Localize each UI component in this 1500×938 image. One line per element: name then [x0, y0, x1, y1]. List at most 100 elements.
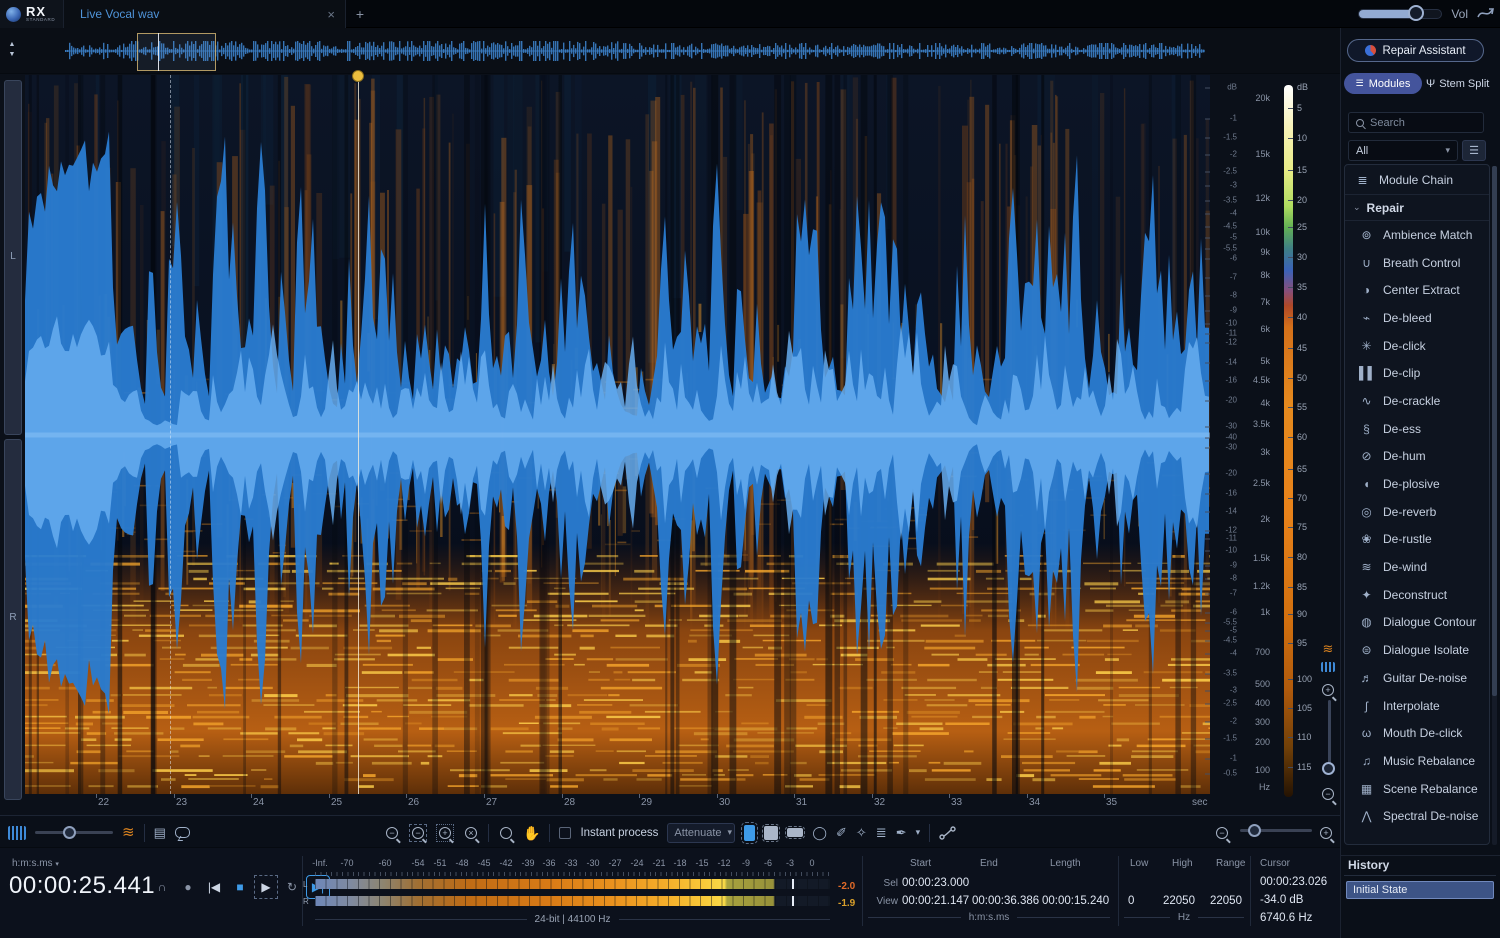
- module-de-reverb[interactable]: ◎ De-reverb: [1345, 498, 1489, 526]
- view-end-value[interactable]: 00:00:36.386: [972, 895, 1039, 907]
- record-button[interactable]: ●: [179, 878, 197, 896]
- display-settings-icon[interactable]: ▤: [154, 826, 166, 839]
- meter-left-peak-value[interactable]: -2.0: [838, 881, 855, 892]
- waveform-display-icon[interactable]: [8, 826, 26, 840]
- module-dialogue-contour[interactable]: ◍ Dialogue Contour: [1345, 609, 1489, 637]
- module-de-clip[interactable]: ▌▌ De-clip: [1345, 359, 1489, 387]
- vertical-zoom-in-button[interactable]: +: [1320, 682, 1336, 698]
- lasso-selection-tool[interactable]: ◯: [812, 826, 827, 839]
- freq-high-value[interactable]: 22050: [1163, 895, 1195, 907]
- playhead-line[interactable]: [358, 75, 359, 794]
- freq-low-value[interactable]: 0: [1128, 895, 1134, 907]
- spectrogram-mini-icon[interactable]: ≋: [1320, 642, 1336, 655]
- time-selection-tool[interactable]: [744, 825, 755, 841]
- waveform-spectrogram-blend-slider[interactable]: [35, 831, 113, 834]
- module-de-hum[interactable]: ⊘ De-hum: [1345, 443, 1489, 471]
- tab-modules[interactable]: ☰ Modules: [1344, 73, 1422, 94]
- comment-icon[interactable]: [175, 827, 190, 838]
- magic-wand-tool[interactable]: ✧: [856, 826, 867, 839]
- zoom-fit-button[interactable]: +: [436, 824, 454, 842]
- module-de-rustle[interactable]: ❀ De-rustle: [1345, 526, 1489, 554]
- channel-strip-right[interactable]: R: [4, 439, 22, 800]
- overview-waveform-canvas[interactable]: [65, 30, 1205, 72]
- zoom-reset-button[interactable]: ×: [463, 825, 479, 841]
- overview-view-region[interactable]: [137, 33, 216, 71]
- search-input[interactable]: [1370, 117, 1476, 129]
- waveform-overview[interactable]: ▲ ▼: [0, 28, 1340, 74]
- volume-slider[interactable]: [1358, 9, 1442, 19]
- signal-chain-icon[interactable]: [939, 825, 957, 841]
- horizontal-zoom-out-button[interactable]: −: [1214, 825, 1230, 841]
- monitor-button[interactable]: ∩: [153, 878, 171, 896]
- zoom-out-button[interactable]: −: [384, 825, 400, 841]
- horizontal-zoom-in-button[interactable]: +: [1318, 825, 1334, 841]
- hand-tool[interactable]: ✋: [523, 826, 540, 840]
- stop-button[interactable]: ■: [231, 878, 249, 896]
- history-item-initial-state[interactable]: Initial State: [1346, 881, 1494, 899]
- vertical-zoom-slider[interactable]: [1328, 700, 1331, 764]
- module-de-click[interactable]: ✳ De-click: [1345, 332, 1489, 360]
- skip-to-start-button[interactable]: |◀: [205, 878, 223, 896]
- time-frequency-selection-tool[interactable]: [764, 826, 778, 840]
- time-format-selector[interactable]: h:m:s.ms ▾: [12, 858, 59, 869]
- meter-right-peak-value[interactable]: -1.9: [838, 898, 855, 909]
- freq-range-value[interactable]: 22050: [1210, 895, 1242, 907]
- view-start-value[interactable]: 00:00:21.147: [902, 895, 969, 907]
- overview-expand-icon[interactable]: ▲ ▼: [4, 40, 20, 62]
- module-de-bleed[interactable]: ⌁ De-bleed: [1345, 304, 1489, 332]
- module-mouth-de-click[interactable]: ω Mouth De-click: [1345, 719, 1489, 747]
- playhead-marker[interactable]: [352, 70, 364, 82]
- vertical-zoom-out-button[interactable]: −: [1320, 786, 1336, 802]
- module-breath-control[interactable]: ∪ Breath Control: [1345, 249, 1489, 277]
- module-dialogue-isolate[interactable]: ⊜ Dialogue Isolate: [1345, 636, 1489, 664]
- spectrogram-canvas[interactable]: [25, 75, 1210, 794]
- repair-section-header[interactable]: ⌄ Repair: [1345, 195, 1489, 221]
- process-mode-dropdown[interactable]: Attenuate ▾: [667, 823, 735, 843]
- pencil-tool[interactable]: ✒: [896, 826, 907, 839]
- tool-options-chevron-icon[interactable]: ▾: [916, 828, 921, 837]
- module-list-scrollbar-thumb[interactable]: [1492, 166, 1497, 696]
- module-deconstruct[interactable]: ✦ Deconstruct: [1345, 581, 1489, 609]
- module-search[interactable]: [1348, 112, 1484, 133]
- module-music-rebalance[interactable]: ♫ Music Rebalance: [1345, 747, 1489, 775]
- overview-playhead[interactable]: [158, 33, 159, 71]
- tab-close-icon[interactable]: ×: [327, 7, 335, 22]
- vertical-zoom-knob[interactable]: [1322, 762, 1335, 775]
- module-list-menu-button[interactable]: ☰: [1462, 140, 1486, 161]
- zoom-to-selection-button[interactable]: −: [409, 824, 427, 842]
- signal-flow-icon[interactable]: [1476, 5, 1496, 23]
- module-guitar-de-noise[interactable]: ♬ Guitar De-noise: [1345, 664, 1489, 692]
- file-tab[interactable]: Live Vocal wav ×: [64, 0, 346, 28]
- new-tab-button[interactable]: +: [346, 0, 374, 28]
- spectrogram-view[interactable]: [25, 75, 1210, 794]
- frequency-selection-tool[interactable]: [787, 828, 803, 837]
- module-chain-item[interactable]: ≣ Module Chain: [1345, 165, 1489, 195]
- channel-strip-left[interactable]: L: [4, 80, 22, 435]
- waveform-mini-icon[interactable]: [1320, 662, 1336, 675]
- repair-assistant-button[interactable]: Repair Assistant: [1347, 39, 1484, 62]
- category-filter-dropdown[interactable]: All ▾: [1348, 140, 1458, 161]
- module-de-ess[interactable]: § De-ess: [1345, 415, 1489, 443]
- brush-selection-tool[interactable]: ✐: [836, 826, 847, 839]
- module-spectral-de-noise[interactable]: ⋀ Spectral De-noise: [1345, 802, 1489, 830]
- instant-process-checkbox[interactable]: [559, 827, 571, 839]
- volume-slider-knob[interactable]: [1408, 5, 1424, 21]
- module-ambience-match[interactable]: ⊚ Ambience Match: [1345, 221, 1489, 249]
- module-de-wind[interactable]: ≋ De-wind: [1345, 553, 1489, 581]
- time-ruler[interactable]: 22 23 24 25 26 27 28 29 30 31 32 33 34 3…: [25, 794, 1210, 814]
- selection-start-value[interactable]: 00:00:23.000: [902, 877, 969, 889]
- module-center-extract[interactable]: ◑ Center Extract: [1345, 276, 1489, 304]
- spectrogram-display-icon[interactable]: ≋: [122, 825, 135, 840]
- module-de-plosive[interactable]: ◖ De-plosive: [1345, 470, 1489, 498]
- magnify-tool[interactable]: [498, 825, 514, 841]
- view-length-value[interactable]: 00:00:15.240: [1042, 895, 1109, 907]
- module-de-crackle[interactable]: ∿ De-crackle: [1345, 387, 1489, 415]
- module-scene-rebalance[interactable]: ▦ Scene Rebalance: [1345, 775, 1489, 803]
- harmonics-selection-tool[interactable]: ≣: [876, 826, 887, 839]
- horizontal-zoom-knob[interactable]: [1248, 824, 1261, 837]
- tab-stem-split[interactable]: Ψ Stem Split: [1426, 73, 1498, 94]
- module-interpolate[interactable]: ʃ Interpolate: [1345, 692, 1489, 720]
- play-button[interactable]: ▶: [257, 878, 275, 896]
- loop-button[interactable]: ↻: [283, 878, 301, 896]
- frequency-ruler[interactable]: 20k 15k 12k 10k 9k 8k 7k 6k 5k 4.5k 4k 3…: [1238, 75, 1270, 794]
